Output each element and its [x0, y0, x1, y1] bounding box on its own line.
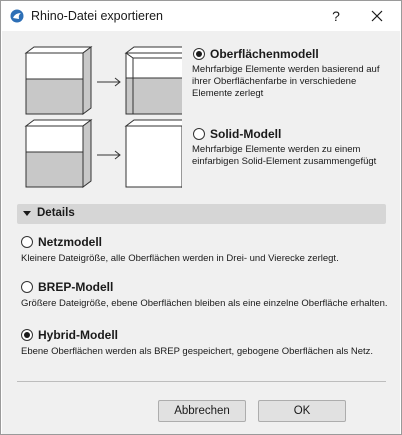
ok-button[interactable]: OK — [258, 400, 346, 422]
radio-button-hybrid-model[interactable] — [21, 329, 33, 341]
solid-model-illustration — [24, 119, 182, 188]
details-toggle-bar[interactable]: Details — [17, 204, 386, 224]
multicolor-box-icon — [24, 46, 93, 115]
details-label: Details — [37, 207, 75, 219]
right-arrow-icon — [97, 150, 121, 160]
mesh-model-label: Netzmodell — [38, 235, 103, 249]
right-arrow-icon — [97, 77, 121, 87]
radio-button-mesh-model[interactable] — [21, 236, 33, 248]
brep-model-description: Größere Dateigröße, ebene Oberflächen bl… — [21, 298, 388, 309]
solid-model-label: Solid-Modell — [210, 127, 282, 141]
dialog-content: Oberflächenmodell Mehrfarbige Elemente w… — [2, 31, 400, 434]
radio-mesh-model[interactable]: Netzmodell — [21, 235, 102, 249]
rhino-app-icon — [10, 9, 24, 23]
radio-hybrid-model[interactable]: Hybrid-Modell — [21, 328, 118, 342]
radio-brep-model[interactable]: BREP-Modell — [21, 280, 113, 294]
mesh-model-description: Kleinere Dateigröße, alle Oberflächen we… — [21, 253, 339, 264]
export-dialog: Rhino-Datei exportieren ? Oberflächenmod… — [0, 0, 402, 435]
help-button[interactable]: ? — [324, 5, 348, 27]
surface-model-description: Mehrfarbige Elemente werden basierend au… — [192, 64, 380, 99]
cancel-button[interactable]: Abbrechen — [158, 400, 246, 422]
triangle-down-icon — [23, 211, 31, 216]
footer-separator — [17, 381, 386, 382]
title-bar: Rhino-Datei exportieren ? — [1, 1, 401, 31]
multicolor-box-icon — [24, 119, 93, 188]
radio-button-brep-model[interactable] — [21, 281, 33, 293]
radio-button-surface-model[interactable] — [193, 48, 205, 60]
hybrid-model-description: Ebene Oberflächen werden als BREP gespei… — [21, 346, 374, 357]
surface-elements-box-icon — [124, 46, 182, 115]
radio-button-solid-model[interactable] — [193, 128, 205, 140]
close-button[interactable] — [365, 5, 389, 27]
radio-solid-model[interactable]: Solid-Modell — [193, 127, 281, 141]
close-icon — [371, 10, 383, 22]
hybrid-model-label: Hybrid-Modell — [38, 328, 118, 342]
solid-box-icon — [124, 119, 182, 188]
surface-model-label: Oberflächenmodell — [210, 47, 319, 61]
solid-model-description: Mehrfarbige Elemente werden zu einem ein… — [192, 144, 377, 167]
brep-model-label: BREP-Modell — [38, 280, 114, 294]
window-title: Rhino-Datei exportieren — [31, 9, 164, 23]
surface-model-illustration — [24, 46, 182, 115]
radio-surface-model[interactable]: Oberflächenmodell — [193, 47, 319, 61]
